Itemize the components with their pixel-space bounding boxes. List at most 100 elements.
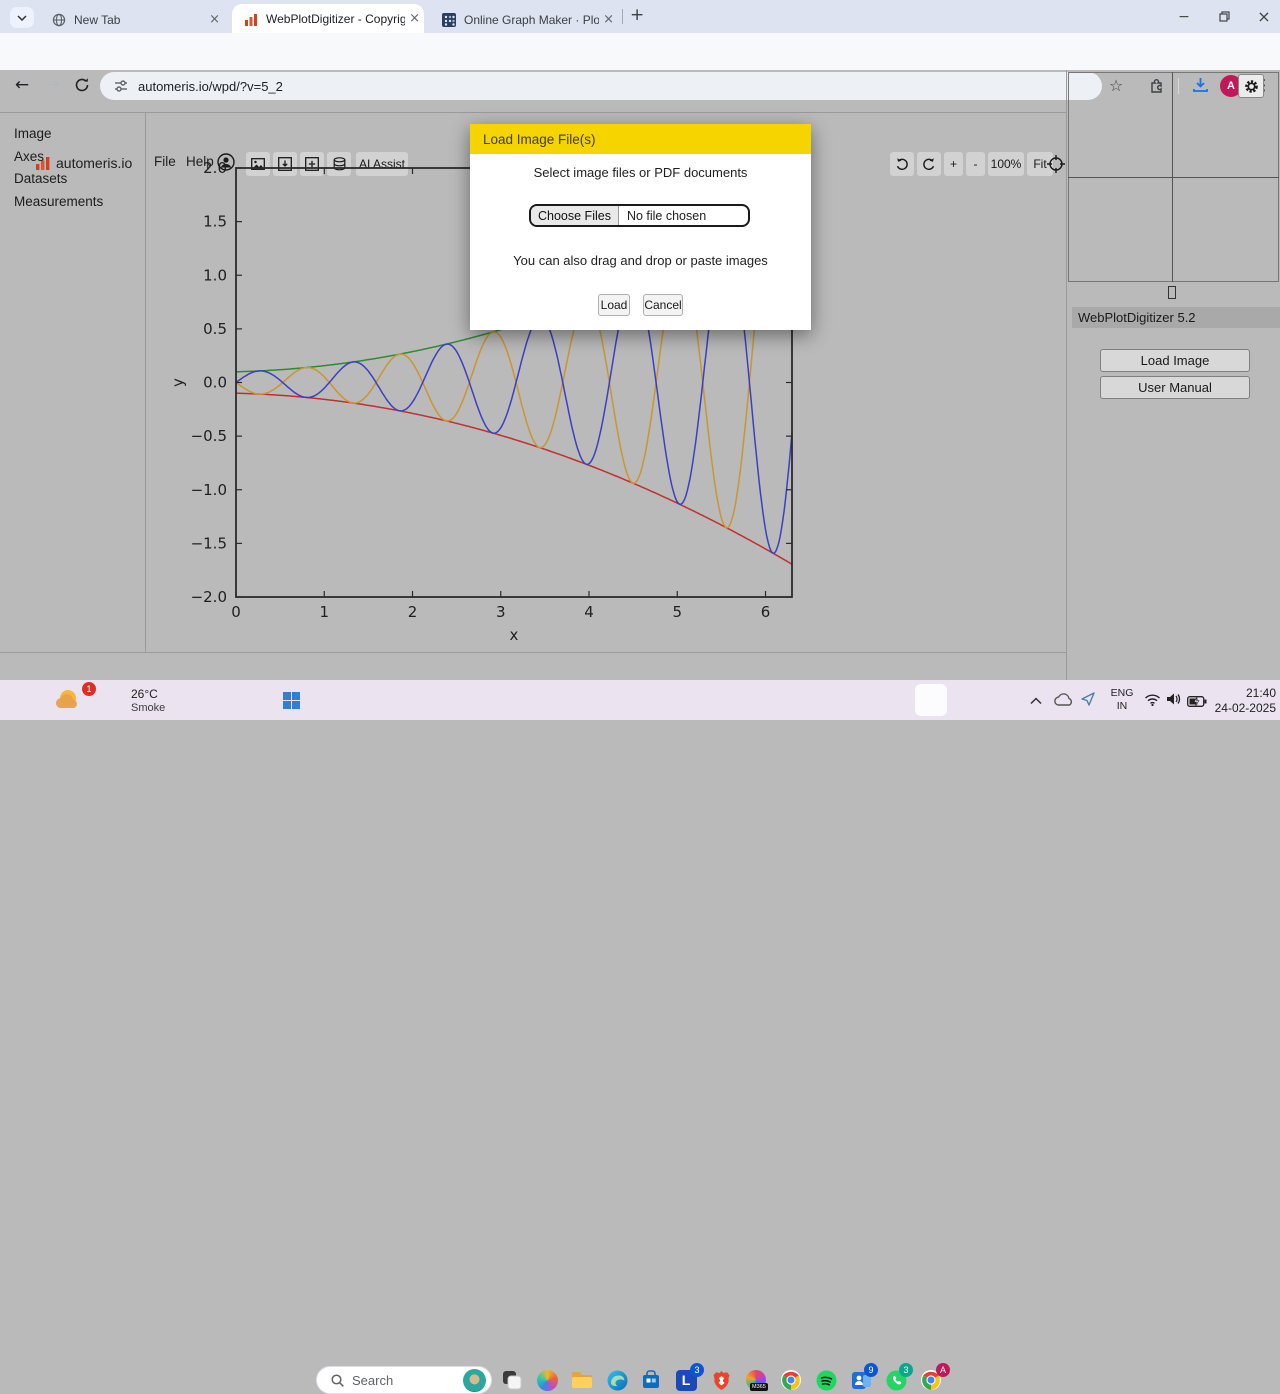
window-minimize-button[interactable]: − xyxy=(1164,0,1204,33)
tab-label: Online Graph Maker · Plotly Cha xyxy=(464,13,599,27)
zoom-preview-crosshair-h xyxy=(1068,177,1279,178)
teams-badge: 9 xyxy=(864,1363,878,1377)
settings-gear-button[interactable] xyxy=(1238,74,1264,98)
file-chosen-status: No file chosen xyxy=(619,209,706,223)
missing-glyph-box xyxy=(1168,286,1176,299)
automeris-favicon xyxy=(244,12,258,26)
x-axis-label: x xyxy=(510,626,519,644)
tab-close-icon[interactable]: × xyxy=(405,11,424,26)
tab-search-button[interactable] xyxy=(10,7,34,28)
browser-tab-strip: New Tab × WebPlotDigitizer - Copyright 2… xyxy=(0,0,1280,33)
x-tick-label: 5 xyxy=(672,603,682,621)
window-restore-button[interactable] xyxy=(1204,0,1244,33)
y-tick-label: 2.0 xyxy=(203,159,227,177)
tab-separator xyxy=(622,9,623,24)
tab-label: New Tab xyxy=(74,13,205,27)
weather-condition[interactable]: Smoke xyxy=(131,702,165,714)
user-manual-button[interactable]: User Manual xyxy=(1100,376,1250,399)
tab-webplotdigitizer[interactable]: WebPlotDigitizer - Copyright 20 × xyxy=(232,4,424,33)
m365-copilot-icon[interactable]: M365 xyxy=(744,1368,768,1392)
edge-icon[interactable] xyxy=(605,1368,629,1392)
load-image-button[interactable]: Load Image xyxy=(1100,349,1250,372)
chrome-profile-badge: A xyxy=(936,1363,950,1377)
brave-icon[interactable] xyxy=(709,1368,733,1392)
tab-label: WebPlotDigitizer - Copyright 20 xyxy=(266,12,405,26)
task-view-button[interactable] xyxy=(500,1368,524,1392)
tab-new-tab[interactable]: New Tab × xyxy=(42,6,224,33)
canvas-bottom-divider xyxy=(0,652,1066,653)
y-axis-label: y xyxy=(169,378,187,387)
file-explorer-icon[interactable] xyxy=(570,1368,594,1392)
x-tick-label: 3 xyxy=(496,603,506,621)
right-panel-divider xyxy=(1066,70,1067,680)
y-tick-label: 0.0 xyxy=(203,374,227,392)
y-tick-label: 0.5 xyxy=(203,320,227,338)
load-image-dialog: Load Image File(s) Select image files or… xyxy=(470,124,811,330)
new-tab-button[interactable]: + xyxy=(630,5,644,25)
wpd-toolbar: automeris.io File Help xyxy=(0,70,1066,113)
tab-close-icon[interactable]: × xyxy=(205,12,224,27)
x-tick-label: 1 xyxy=(319,603,329,621)
onedrive-tray-icon[interactable] xyxy=(1053,693,1074,711)
volume-tray-icon[interactable] xyxy=(1166,692,1182,711)
weather-alert-badge: 1 xyxy=(82,682,96,696)
tray-clock-time[interactable]: 21:40 xyxy=(1206,686,1276,700)
load-button[interactable]: Load xyxy=(598,294,630,316)
windows-taskbar: 1 26°C Smoke Search L 3 xyxy=(0,680,1280,720)
whatsapp-badge: 3 xyxy=(899,1363,913,1377)
dialog-hint: You can also drag and drop or paste imag… xyxy=(470,253,811,268)
wifi-tray-icon[interactable] xyxy=(1144,693,1161,711)
weather-temp[interactable]: 26°C xyxy=(131,687,158,701)
active-app-highlight xyxy=(915,684,947,716)
tab-plotly[interactable]: Online Graph Maker · Plotly Cha × xyxy=(432,6,618,33)
spotify-icon[interactable] xyxy=(814,1368,838,1392)
cancel-button[interactable]: Cancel xyxy=(643,294,683,316)
y-tick-label: −1.5 xyxy=(191,534,227,552)
sidebar-item-datasets[interactable]: Datasets xyxy=(14,171,67,191)
y-tick-label: −0.5 xyxy=(191,427,227,445)
y-tick-label: −2.0 xyxy=(191,588,227,606)
dialog-title: Load Image File(s) xyxy=(470,124,811,154)
chrome-icon[interactable] xyxy=(779,1368,803,1392)
y-tick-label: 1.5 xyxy=(203,213,227,231)
language-indicator[interactable]: ENG xyxy=(1108,687,1136,699)
y-tick-label: −1.0 xyxy=(191,481,227,499)
series-lower-envelope xyxy=(236,393,792,564)
chevron-down-icon xyxy=(17,15,27,21)
language-region[interactable]: IN xyxy=(1108,700,1136,712)
tray-chevron-button[interactable] xyxy=(1030,692,1042,710)
sidebar-item-axes[interactable]: Axes xyxy=(14,149,44,169)
start-button[interactable] xyxy=(283,692,300,709)
linkedin-badge: 3 xyxy=(690,1363,704,1377)
search-highlight-image xyxy=(463,1369,486,1392)
x-tick-label: 2 xyxy=(408,603,418,621)
dialog-actions: Load Cancel xyxy=(470,294,811,316)
dialog-subtitle: Select image files or PDF documents xyxy=(470,165,811,180)
sidebar-item-image[interactable]: Image xyxy=(14,126,52,146)
location-tray-icon[interactable] xyxy=(1080,691,1096,712)
file-input[interactable]: Choose Files No file chosen xyxy=(529,204,750,227)
m365-tag: M365 xyxy=(750,1383,768,1391)
search-placeholder: Search xyxy=(352,1373,393,1388)
brand-title: automeris.io xyxy=(56,155,132,171)
globe-icon xyxy=(52,13,66,27)
y-tick-label: 1.0 xyxy=(203,266,227,284)
microsoft-store-icon[interactable] xyxy=(639,1368,663,1392)
battery-tray-icon[interactable] xyxy=(1187,694,1207,712)
tab-close-icon[interactable]: × xyxy=(599,12,618,27)
plotly-favicon xyxy=(442,13,456,27)
copilot-icon[interactable] xyxy=(535,1368,559,1392)
taskbar-search[interactable]: Search xyxy=(316,1366,492,1394)
search-icon xyxy=(331,1374,344,1387)
sidebar-item-measurements[interactable]: Measurements xyxy=(14,194,103,214)
x-tick-label: 6 xyxy=(761,603,771,621)
gear-icon xyxy=(1244,79,1259,94)
choose-files-button[interactable]: Choose Files xyxy=(531,206,619,225)
chevron-up-icon xyxy=(1030,697,1042,705)
x-tick-label: 4 xyxy=(584,603,594,621)
x-tick-label: 0 xyxy=(231,603,241,621)
browser-toolbar: ← → automeris.io/wpd/?v=5_2 ☆ A ⋮ xyxy=(0,33,1280,70)
version-label: WebPlotDigitizer 5.2 xyxy=(1072,307,1280,328)
tray-clock-date[interactable]: 24-02-2025 xyxy=(1206,701,1276,715)
window-close-button[interactable]: × xyxy=(1244,0,1280,33)
